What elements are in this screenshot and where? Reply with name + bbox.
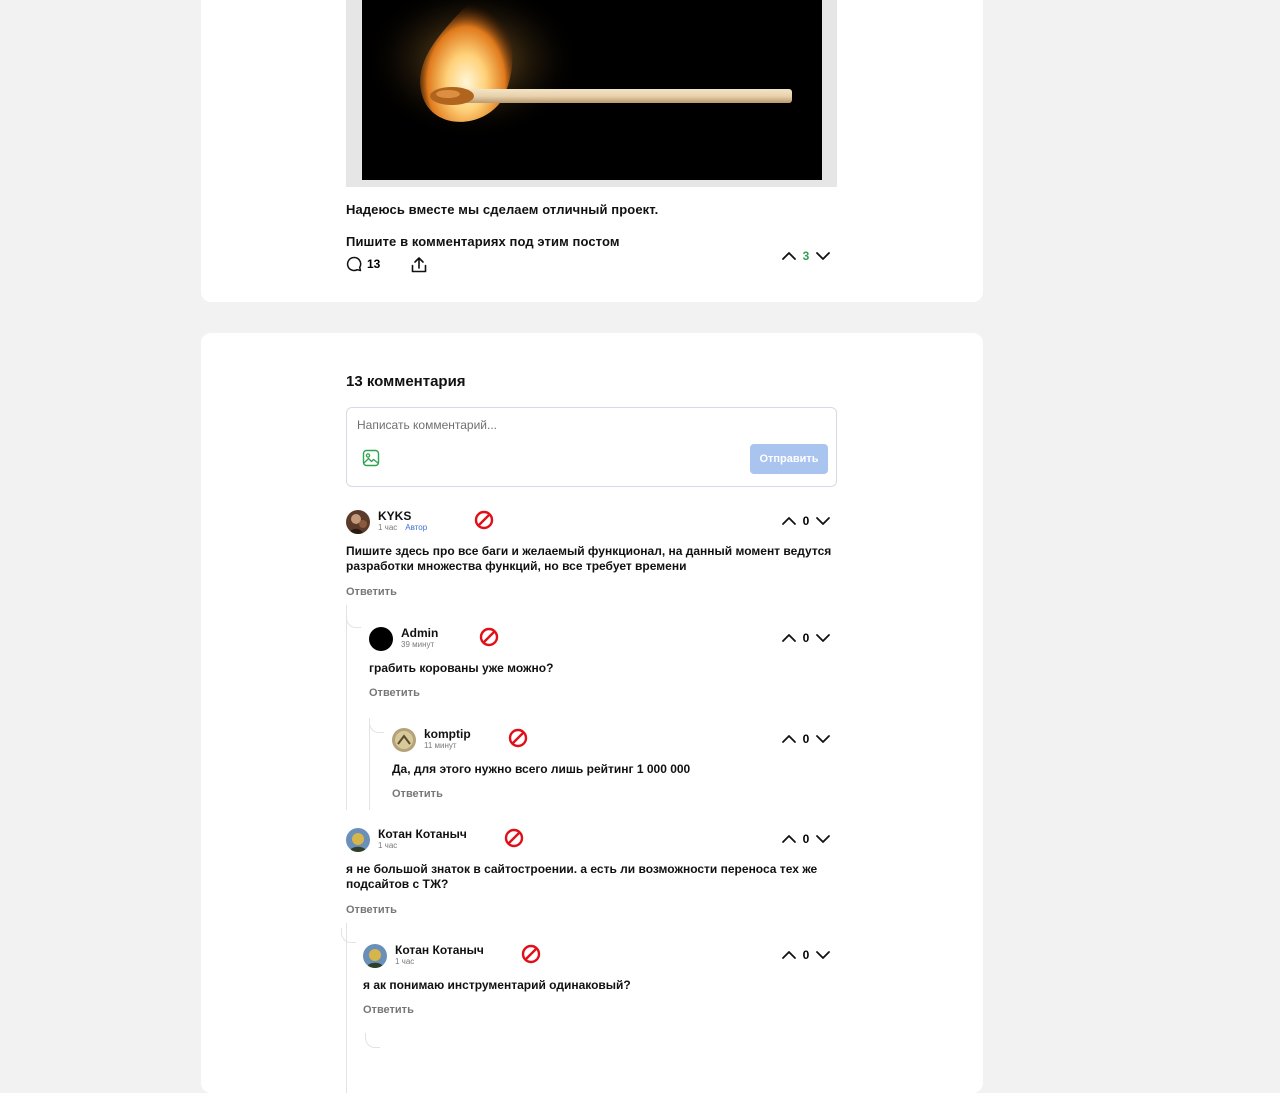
comment-author[interactable]: Котан Котаныч (378, 827, 467, 841)
comment-time: 1 час (378, 841, 398, 850)
comment-composer: Отправить (346, 407, 837, 487)
ban-button[interactable] (521, 944, 541, 969)
speech-bubble-icon (346, 256, 362, 272)
comment-rating: 0 (802, 514, 810, 528)
chevron-up-icon[interactable] (781, 947, 797, 963)
comment-text: я не большой знаток в сайтостроении. а е… (346, 862, 818, 891)
post-text-line-1: Надеюсь вместе мы сделаем отличный проек… (346, 202, 659, 217)
reply-button[interactable]: Ответить (346, 586, 397, 598)
share-icon (411, 257, 427, 273)
comment-time: 11 минут (424, 741, 457, 750)
comment-votes: 0 (781, 947, 831, 963)
comment-rating: 0 (802, 732, 810, 746)
comment-text: грабить корованы уже можно? (369, 661, 554, 675)
ban-button[interactable] (479, 627, 499, 652)
comment-votes: 0 (781, 831, 831, 847)
post-footer: 13 3 (346, 249, 837, 279)
comment-meta: 1 час (378, 841, 397, 850)
image-icon (362, 449, 380, 467)
post-card: Надеюсь вместе мы сделаем отличный проек… (201, 0, 983, 302)
chevron-down-icon[interactable] (815, 513, 831, 529)
comment-time: 1 час (395, 957, 415, 966)
ban-button[interactable] (504, 828, 524, 853)
chevron-down-icon[interactable] (815, 947, 831, 963)
comment-votes: 0 (781, 731, 831, 747)
ban-icon (521, 944, 541, 964)
chevron-up-icon[interactable] (781, 248, 797, 264)
avatar[interactable] (392, 728, 416, 752)
comment-text: Пишите здесь про все баги и желаемый фун… (346, 544, 832, 573)
avatar[interactable] (369, 627, 393, 651)
comment-time: 39 минут (401, 640, 435, 649)
comment-votes: 0 (781, 630, 831, 646)
post-media-frame (346, 0, 837, 187)
ban-icon (504, 828, 524, 848)
ban-icon (508, 728, 528, 748)
post-rating: 3 (802, 249, 810, 263)
comment-meta: 11 минут (424, 741, 457, 750)
avatar-image (363, 944, 387, 968)
thread-curve (369, 718, 384, 733)
comment-time: 1 час (378, 523, 398, 532)
avatar[interactable] (363, 944, 387, 968)
post-image[interactable] (362, 0, 822, 180)
post-text-line-2: Пишите в комментариях под этим постом (346, 234, 620, 249)
thread-curve (346, 613, 361, 628)
comments-count: 13 (367, 257, 381, 271)
chevron-up-icon[interactable] (781, 831, 797, 847)
chevron-up-icon[interactable] (781, 731, 797, 747)
comment-rating: 0 (802, 631, 810, 645)
comment-meta: 1 час Автор (378, 523, 427, 532)
comment-text: я ак понимаю инструментарий одинаковый? (363, 978, 631, 992)
chevron-up-icon[interactable] (781, 513, 797, 529)
thread-curve (341, 928, 356, 943)
avatar[interactable] (346, 510, 370, 534)
share-button[interactable] (410, 256, 428, 279)
ban-icon (479, 627, 499, 647)
comment-meta: 1 час (395, 957, 414, 966)
reply-button[interactable]: Ответить (392, 788, 443, 800)
chevron-down-icon[interactable] (815, 248, 831, 264)
comment-rating: 0 (802, 948, 810, 962)
chevron-up-icon[interactable] (781, 630, 797, 646)
comment-author[interactable]: Котан Котаныч (395, 943, 484, 957)
ban-icon (474, 510, 494, 530)
comment-author[interactable]: Admin (401, 626, 438, 640)
send-comment-button[interactable]: Отправить (750, 444, 828, 474)
avatar-image (346, 510, 370, 534)
post-votes: 3 (781, 248, 831, 264)
comment-author[interactable]: KYKS (378, 509, 411, 523)
author-badge: Автор (405, 523, 428, 532)
match-flame-image (362, 0, 822, 180)
comment-author[interactable]: komptip (424, 727, 471, 741)
thread-line (369, 718, 370, 810)
comment-votes: 0 (781, 513, 831, 529)
reply-button[interactable]: Ответить (346, 904, 397, 916)
thread-line (346, 923, 347, 1093)
attach-image-button[interactable] (362, 449, 380, 472)
ban-button[interactable] (508, 728, 528, 753)
ban-button[interactable] (474, 510, 494, 535)
comments-title: 13 комментария (346, 373, 466, 390)
comment-input[interactable] (355, 416, 829, 446)
reply-button[interactable]: Ответить (369, 687, 420, 699)
avatar-image (392, 728, 416, 752)
avatar-image (346, 828, 370, 852)
reply-button[interactable]: Ответить (363, 1004, 414, 1016)
comment-meta: 39 минут (401, 640, 434, 649)
comment-text: Да, для этого нужно всего лишь рейтинг 1… (392, 762, 691, 776)
comments-count-button[interactable]: 13 (346, 256, 380, 272)
comment-rating: 0 (802, 832, 810, 846)
thread-line (346, 605, 347, 810)
avatar[interactable] (346, 828, 370, 852)
chevron-down-icon[interactable] (815, 731, 831, 747)
chevron-down-icon[interactable] (815, 831, 831, 847)
comments-card: 13 комментария Отправить KYKS (201, 333, 983, 1093)
thread-curve (365, 1033, 380, 1048)
chevron-down-icon[interactable] (815, 630, 831, 646)
